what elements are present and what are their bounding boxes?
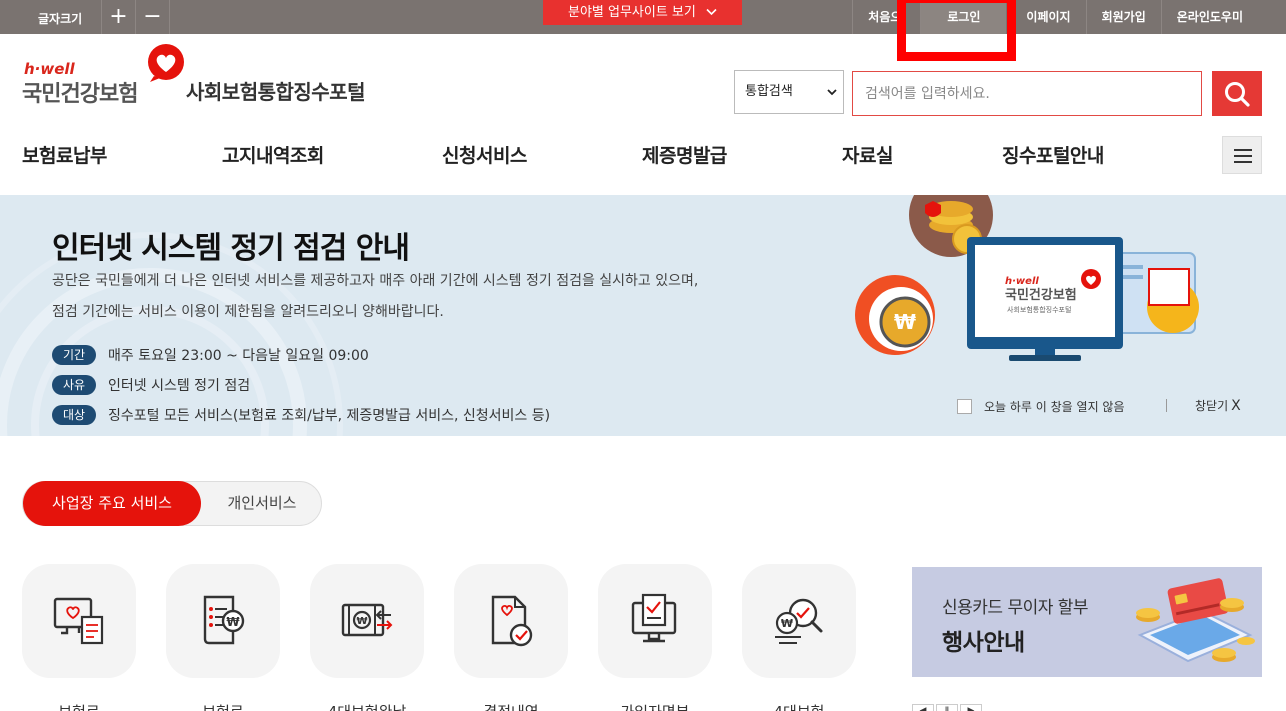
chevron-down-icon [706,5,717,20]
notice-desc-line: 점검 기간에는 서비스 이용이 제한됨을 알려드리오니 양해바랍니다. [52,304,444,320]
notice-row-reason: 사유 인터넷 시스템 정기 점검 [52,375,250,395]
search-icon [1225,81,1250,107]
search-input[interactable] [852,71,1202,116]
dont-show-today-label[interactable]: 오늘 하루 이 창을 열지 않음 [984,398,1125,415]
notice-description: 공단은 국민들에게 더 나은 인터넷 서비스를 제공하고자 매주 아래 기간에 … [52,266,832,328]
home-link[interactable]: 처음으 [852,0,916,34]
screen-logo-name: 국민건강보험 [1005,287,1077,303]
monitor-document-icon [631,593,677,643]
close-icon: X [1231,398,1241,414]
service-tabs: 사업장 주요 서비스 개인서비스 [22,481,322,526]
svg-text:₩: ₩ [226,615,240,629]
promo-pause-button[interactable]: Ⅱ [936,704,958,711]
period-value: 매주 토요일 23:00 ~ 다음날 일요일 09:00 [108,348,369,364]
wallet-transfer-icon: ₩ [341,603,393,637]
promo-subtitle: 신용카드 무이자 할부 [942,598,1089,618]
hamburger-icon [1234,149,1252,151]
utility-bar: 글자크기 + − 분야별 업무사이트 보기 처음으 로그인 이페이지 회원가입 … [0,0,1286,34]
close-banner-label: 창닫기 [1195,399,1229,413]
service-label: 가입자명부 [598,700,712,711]
maintenance-notice-banner: 인터넷 시스템 정기 점검 안내 공단은 국민들에게 더 나은 인터넷 서비스를… [0,195,1286,436]
field-sites-button[interactable]: 분야별 업무사이트 보기 [543,0,742,25]
promo-prev-button[interactable]: ◀ [912,704,934,711]
search-scope-value: 통합검색 [745,84,793,99]
svg-text:₩: ₩ [781,617,793,630]
service-label: 4대보험완납 [310,700,424,711]
service-tile-decision-history[interactable] [454,564,568,678]
all-menu-button[interactable] [1222,136,1262,174]
tab-personal-services[interactable]: 개인서비스 [203,482,321,525]
chevron-down-icon [827,71,837,113]
service-tile-premium-receipt[interactable]: ₩ [166,564,280,678]
target-value: 징수포털 모든 서비스(보험료 조회/납부, 제증명발급 서비스, 신청서비스 … [108,408,551,424]
tab-workplace-services[interactable]: 사업장 주요 서비스 [23,481,201,526]
reason-value: 인터넷 시스템 정기 점검 [108,378,251,394]
service-label: 보험료 [22,700,136,711]
login-link[interactable]: 로그인 [920,0,1007,34]
target-tag: 대상 [52,405,96,425]
reason-tag: 사유 [52,375,96,395]
service-tile-member-register[interactable] [598,564,712,678]
font-decrease-button[interactable]: − [135,0,169,34]
font-increase-button[interactable]: + [101,0,135,34]
svg-text:₩: ₩ [356,616,367,627]
receipt-won-icon: ₩ [203,595,245,645]
nav-resources[interactable]: 자료실 [842,141,893,168]
svg-text:₩: ₩ [894,310,916,334]
field-sites-label: 분야별 업무사이트 보기 [567,5,696,20]
logo-name-text: 국민건강보험 [22,82,138,107]
screen-logo-hwell: h·well [1005,276,1039,287]
service-label: 4대보험 [742,700,856,711]
promo-next-button[interactable]: ▶ [960,704,982,711]
monitor-coins-illustration: ₩ h·well 국민건강보험 사회보험통합징수포털 [855,195,1199,361]
period-tag: 기간 [52,345,96,365]
close-banner-button[interactable]: 창닫기 X [1195,397,1241,414]
nav-portal-guide[interactable]: 징수포털안내 [1002,141,1104,168]
service-tile-full-payment[interactable]: ₩ [310,564,424,678]
nav-application-service[interactable]: 신청서비스 [442,141,527,168]
divider [169,0,170,34]
service-tile-four-insurances[interactable]: ₩ [742,564,856,678]
notice-title: 인터넷 시스템 정기 점검 안내 [52,231,410,266]
service-label: 보험료 [166,700,280,711]
promo-title: 행사안내 [942,630,1025,656]
dont-show-today-checkbox[interactable] [957,399,972,414]
nav-certificate-issuance[interactable]: 제증명발급 [642,141,727,168]
notice-row-period: 기간 매주 토요일 23:00 ~ 다음날 일요일 09:00 [52,345,369,365]
online-help-link[interactable]: 온라인도우미 [1160,0,1258,34]
phone-card-coins-illustration [1136,578,1255,663]
screen-logo-sub: 사회보험통합징수포털 [1007,305,1071,314]
nav-notice-inquiry[interactable]: 고지내역조회 [222,141,324,168]
divider [1166,399,1167,412]
mypage-link[interactable]: 이페이지 [1010,0,1085,34]
service-tile-premium-notice[interactable] [22,564,136,678]
document-check-icon [491,595,533,647]
notice-row-target: 대상 징수포털 모든 서비스(보험료 조회/납부, 제증명발급 서비스, 신청서… [52,405,550,425]
notice-desc-line: 공단은 국민들에게 더 나은 인터넷 서비스를 제공하고자 매주 아래 기간에 … [52,273,699,289]
search-button[interactable] [1212,71,1262,116]
search-scope-select[interactable]: 통합검색 [734,70,844,114]
font-size-label: 글자크기 [38,12,83,26]
credit-card-promo-banner[interactable]: 신용카드 무이자 할부 행사안내 [912,567,1262,677]
magnifier-check-icon: ₩ [775,598,823,644]
signup-link[interactable]: 회원가입 [1085,0,1161,34]
service-label: 결정내역 [454,700,568,711]
nhis-logo[interactable]: h·well 국민건강보험 [22,44,192,107]
nav-premium-payment[interactable]: 보험료납부 [22,141,107,168]
top-links: 처음으 로그인 이페이지 회원가입 온라인도우미 [852,0,1258,34]
monitor-heart-icon [53,597,104,645]
portal-title: 사회보험통합징수포털 [186,80,366,104]
heart-logo-icon [148,44,184,82]
